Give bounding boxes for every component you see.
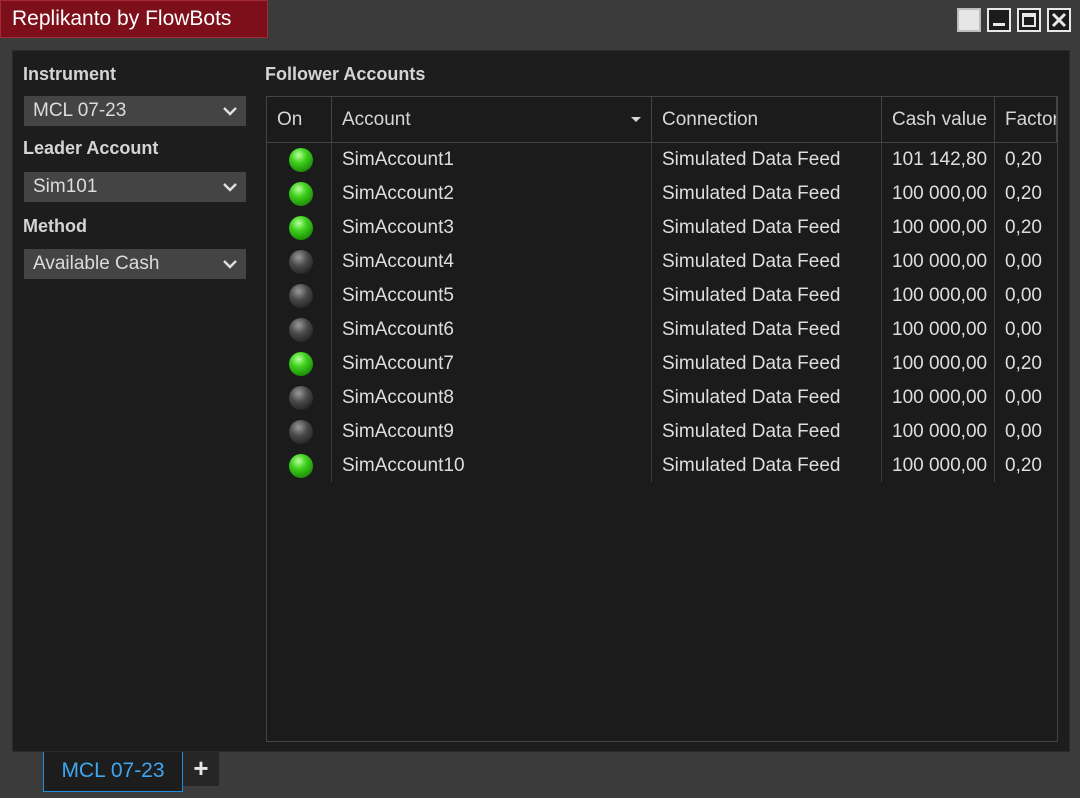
status-on-indicator-icon[interactable] (289, 148, 313, 172)
method-label: Method (23, 216, 87, 236)
table-row[interactable]: SimAccount8 Simulated Data Feed 100 000,00… (267, 381, 1057, 415)
account-cell: SimAccount4 (342, 251, 454, 272)
status-on-indicator-icon[interactable] (289, 352, 313, 376)
factor-cell: 0,20 (1005, 183, 1042, 204)
connection-cell: Simulated Data Feed (662, 217, 841, 238)
table-row[interactable]: SimAccount1 Simulated Data Feed 101 142,80… (267, 143, 1057, 177)
table-row[interactable]: SimAccount2 Simulated Data Feed 100 000,00… (267, 177, 1057, 211)
add-tab-button[interactable]: + (183, 752, 219, 786)
table-row[interactable]: SimAccount7 Simulated Data Feed 100 000,00… (267, 347, 1057, 381)
status-off-indicator-icon[interactable] (289, 318, 313, 342)
chevron-down-icon (223, 107, 237, 116)
column-header-cash-value[interactable]: Cash value (882, 97, 995, 142)
connection-cell: Simulated Data Feed (662, 251, 841, 272)
cash-value-cell: 100 000,00 (892, 421, 988, 442)
status-off-indicator-icon[interactable] (289, 420, 313, 444)
factor-cell: 0,20 (1005, 455, 1042, 476)
minimize-button[interactable] (987, 8, 1011, 32)
blank-window-button[interactable] (957, 8, 981, 32)
column-header-factor[interactable]: Factor (995, 97, 1057, 142)
chevron-down-icon (223, 260, 237, 269)
connection-cell: Simulated Data Feed (662, 285, 841, 306)
minimize-icon (993, 23, 1005, 26)
table-row[interactable]: SimAccount3 Simulated Data Feed 100 000,00… (267, 211, 1057, 245)
cash-value-cell: 100 000,00 (892, 319, 988, 340)
column-header-account[interactable]: Account (332, 97, 652, 142)
status-off-indicator-icon[interactable] (289, 250, 313, 274)
leader-account-value: Sim101 (33, 176, 98, 197)
factor-cell: 0,00 (1005, 387, 1042, 408)
maximize-button[interactable] (1017, 8, 1041, 32)
account-cell: SimAccount3 (342, 217, 454, 238)
connection-cell: Simulated Data Feed (662, 183, 841, 204)
account-cell: SimAccount7 (342, 353, 454, 374)
connection-cell: Simulated Data Feed (662, 149, 841, 170)
account-cell: SimAccount8 (342, 387, 454, 408)
maximize-icon (1022, 13, 1036, 27)
account-cell: SimAccount1 (342, 149, 454, 170)
table-row[interactable]: SimAccount6 Simulated Data Feed 100 000,00… (267, 313, 1057, 347)
grid-header: On Account Connection Cash value Factor (267, 97, 1057, 143)
leader-account-dropdown[interactable]: Sim101 (24, 172, 246, 202)
cash-value-cell: 101 142,80 (892, 149, 988, 170)
cash-value-cell: 100 000,00 (892, 387, 988, 408)
factor-cell: 0,20 (1005, 353, 1042, 374)
follower-accounts-grid: On Account Connection Cash value Factor … (266, 96, 1058, 742)
table-row[interactable]: SimAccount4 Simulated Data Feed 100 000,00… (267, 245, 1057, 279)
close-button[interactable] (1047, 8, 1071, 32)
method-value: Available Cash (33, 253, 160, 274)
leader-account-label: Leader Account (23, 138, 159, 158)
factor-cell: 0,00 (1005, 421, 1042, 442)
sort-arrow-icon (631, 117, 641, 122)
status-off-indicator-icon[interactable] (289, 386, 313, 410)
status-on-indicator-icon[interactable] (289, 454, 313, 478)
cash-value-cell: 100 000,00 (892, 183, 988, 204)
table-row[interactable]: SimAccount5 Simulated Data Feed 100 000,00… (267, 279, 1057, 313)
cash-value-cell: 100 000,00 (892, 353, 988, 374)
column-header-connection[interactable]: Connection (652, 97, 882, 142)
column-header-on[interactable]: On (267, 97, 332, 142)
method-dropdown[interactable]: Available Cash (24, 249, 246, 279)
factor-cell: 0,00 (1005, 285, 1042, 306)
instrument-label: Instrument (23, 64, 117, 84)
cash-value-cell: 100 000,00 (892, 285, 988, 306)
account-cell: SimAccount9 (342, 421, 454, 442)
factor-cell: 0,00 (1005, 319, 1042, 340)
close-icon (1051, 12, 1067, 28)
factor-cell: 0,20 (1005, 149, 1042, 170)
factor-cell: 0,00 (1005, 251, 1042, 272)
account-cell: SimAccount5 (342, 285, 454, 306)
main-panel: Instrument MCL 07-23 Leader Account Sim1… (12, 50, 1070, 752)
instrument-value: MCL 07-23 (33, 100, 127, 121)
status-on-indicator-icon[interactable] (289, 182, 313, 206)
connection-cell: Simulated Data Feed (662, 421, 841, 442)
table-row[interactable]: SimAccount10 Simulated Data Feed 100 000,0… (267, 449, 1057, 483)
connection-cell: Simulated Data Feed (662, 455, 841, 476)
account-cell: SimAccount2 (342, 183, 454, 204)
table-row[interactable]: SimAccount9 Simulated Data Feed 100 000,00… (267, 415, 1057, 449)
cash-value-cell: 100 000,00 (892, 455, 988, 476)
tab-bar: MCL 07-23 + (0, 752, 1080, 798)
connection-cell: Simulated Data Feed (662, 319, 841, 340)
window-title: Replikanto by FlowBots (0, 0, 268, 38)
column-header-account-label: Account (342, 109, 411, 130)
follower-accounts-title: Follower Accounts (265, 64, 426, 84)
account-cell: SimAccount10 (342, 455, 465, 476)
connection-cell: Simulated Data Feed (662, 353, 841, 374)
instrument-dropdown[interactable]: MCL 07-23 (24, 96, 246, 126)
tab-mcl-07-23[interactable]: MCL 07-23 (43, 752, 183, 792)
factor-cell: 0,20 (1005, 217, 1042, 238)
title-bar[interactable]: Replikanto by FlowBots (0, 0, 1080, 40)
chevron-down-icon (223, 183, 237, 192)
status-on-indicator-icon[interactable] (289, 216, 313, 240)
status-off-indicator-icon[interactable] (289, 284, 313, 308)
cash-value-cell: 100 000,00 (892, 217, 988, 238)
replikanto-window: Replikanto by FlowBots Instrument MCL 07… (0, 0, 1080, 798)
account-cell: SimAccount6 (342, 319, 454, 340)
cash-value-cell: 100 000,00 (892, 251, 988, 272)
connection-cell: Simulated Data Feed (662, 387, 841, 408)
